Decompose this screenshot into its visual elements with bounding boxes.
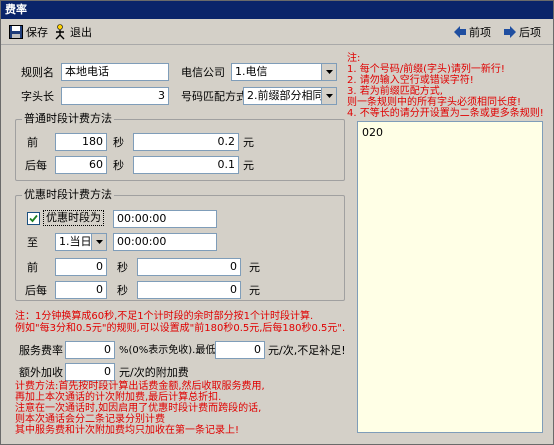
discount-first-label: 前 xyxy=(27,261,38,274)
note1-line1: 注：1分钟换算成60秒,不足1个计时段的余时部分按1个计时段计算. xyxy=(15,311,314,322)
discount-day-value: 1.当日 xyxy=(59,235,92,248)
exit-icon xyxy=(53,24,67,40)
normal-group-title: 普通时段计费方法 xyxy=(22,112,114,126)
rule-name-label: 规则名 xyxy=(21,66,54,79)
rate-window: 费率 保存 退出 前项 后项 规则名 本地电话 电信公司 1.电信 字头长 3 … xyxy=(0,0,554,445)
min-fee-suffix: 元/次,不足补足! xyxy=(268,344,346,357)
match-label: 号码匹配方式 xyxy=(181,90,247,103)
carrier-label: 电信公司 xyxy=(181,66,225,79)
discount-first-seconds-input[interactable]: 0 xyxy=(55,258,107,276)
save-label: 保存 xyxy=(26,26,48,39)
normal-first-sec-unit: 秒 xyxy=(113,136,124,149)
note2-line5: 其中服务费和计次附加费均只加收在第一条记录上! xyxy=(15,425,240,436)
save-icon xyxy=(9,25,23,39)
exit-label: 退出 xyxy=(70,26,92,39)
prefix-len-input[interactable]: 3 xyxy=(61,87,169,105)
min-fee-input[interactable]: 0 xyxy=(215,341,265,359)
extra-fee-input[interactable]: 0 xyxy=(65,363,115,381)
discount-first-yuan-unit: 元 xyxy=(249,261,260,274)
save-button[interactable]: 保存 xyxy=(9,23,48,41)
discount-first-price-input[interactable]: 0 xyxy=(137,258,241,276)
prev-button[interactable]: 前项 xyxy=(454,23,491,41)
arrow-right-icon xyxy=(504,26,516,38)
toolbar: 保存 退出 前项 后项 xyxy=(1,19,553,45)
chevron-down-icon xyxy=(321,64,336,80)
next-label: 后项 xyxy=(519,26,541,39)
exit-button[interactable]: 退出 xyxy=(53,23,92,41)
match-value: 2.前缀部分相同 xyxy=(247,89,324,102)
discount-start-time-input[interactable]: 00:00:00 xyxy=(113,210,217,228)
note1-line2: 例如"每3分和0.5元"的规则,可以设置成"前180秒0.5元,后每180秒0.… xyxy=(15,323,346,334)
next-button[interactable]: 后项 xyxy=(504,23,541,41)
discount-day-select[interactable]: 1.当日 xyxy=(55,233,107,251)
extra-fee-suffix: 元/次的附加费 xyxy=(119,366,189,379)
normal-first-seconds-input[interactable]: 180 xyxy=(55,133,107,151)
normal-after-sec-unit: 秒 xyxy=(113,159,124,172)
match-select[interactable]: 2.前缀部分相同 xyxy=(243,87,337,105)
normal-after-label: 后每 xyxy=(25,159,47,172)
carrier-value: 1.电信 xyxy=(235,65,268,78)
normal-first-label: 前 xyxy=(27,136,38,149)
prev-label: 前项 xyxy=(469,26,491,39)
prefix-len-label: 字头长 xyxy=(21,90,54,103)
discount-first-sec-unit: 秒 xyxy=(117,261,128,274)
discount-checkbox-label[interactable]: 优惠时段为 xyxy=(43,210,104,226)
rule-name-input[interactable]: 本地电话 xyxy=(61,63,169,81)
service-fee-input[interactable]: 0 xyxy=(65,341,115,359)
discount-after-price-input[interactable]: 0 xyxy=(137,281,241,299)
discount-after-sec-unit: 秒 xyxy=(117,284,128,297)
service-fee-label: 服务费率 xyxy=(19,344,63,357)
discount-group-title: 优惠时段计费方法 xyxy=(22,188,114,202)
discount-after-yuan-unit: 元 xyxy=(249,284,260,297)
normal-first-price-input[interactable]: 0.2 xyxy=(133,133,239,151)
discount-after-label: 后每 xyxy=(25,284,47,297)
extra-fee-label: 额外加收 xyxy=(19,366,63,379)
normal-after-seconds-input[interactable]: 60 xyxy=(55,156,107,174)
service-fee-suffix: %(0%表示免收).最低 xyxy=(119,345,216,356)
discount-checkbox[interactable] xyxy=(27,212,40,225)
check-icon xyxy=(29,214,38,223)
window-title: 费率 xyxy=(1,1,553,19)
carrier-select[interactable]: 1.电信 xyxy=(231,63,337,81)
numbers-textarea[interactable]: 020 xyxy=(357,121,543,433)
normal-first-yuan-unit: 元 xyxy=(243,136,254,149)
chevron-down-icon xyxy=(91,234,106,250)
normal-after-price-input[interactable]: 0.1 xyxy=(133,156,239,174)
discount-to-label: 至 xyxy=(27,236,38,249)
right-note-line5: 4. 不等长的请分开设置为二条或更多条规则! xyxy=(347,108,544,119)
normal-after-yuan-unit: 元 xyxy=(243,159,254,172)
discount-after-seconds-input[interactable]: 0 xyxy=(55,281,107,299)
discount-end-time-input[interactable]: 00:00:00 xyxy=(113,233,217,251)
arrow-left-icon xyxy=(454,26,466,38)
chevron-down-icon xyxy=(321,88,336,104)
